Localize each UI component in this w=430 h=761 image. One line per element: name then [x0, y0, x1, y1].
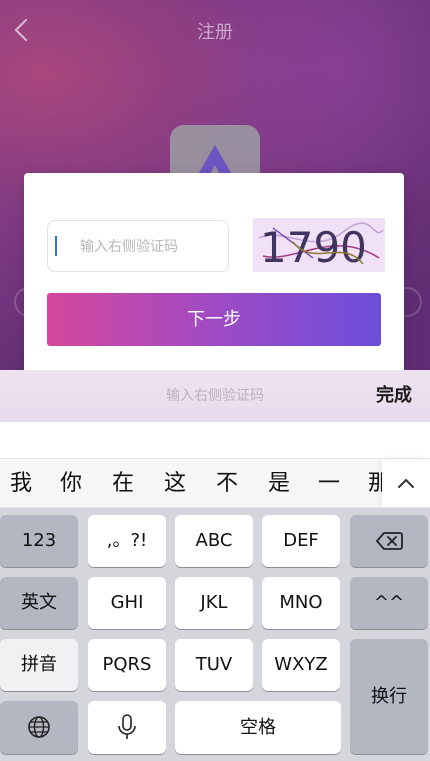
key-mno[interactable]: MNO [262, 577, 340, 629]
globe-key[interactable] [0, 701, 78, 754]
key-label: ,。?! [106, 530, 148, 551]
key-label: ^^ [373, 592, 405, 613]
done-button[interactable]: 完成 [376, 370, 412, 422]
key-label: PQRS [102, 654, 152, 675]
punctuation-key[interactable]: ,。?! [88, 515, 166, 567]
candidate-bar: 我 你 在 这 不 是 一 那 [0, 458, 430, 508]
key-jkl[interactable]: JKL [175, 577, 253, 629]
key-tuv[interactable]: TUV [175, 639, 253, 691]
candidate-word[interactable]: 不 [216, 459, 238, 509]
enter-key[interactable]: 换行 [350, 639, 428, 754]
candidate-word[interactable]: 一 [318, 459, 340, 509]
key-pqrs[interactable]: PQRS [88, 639, 166, 691]
text-caret [55, 236, 57, 256]
key-abc[interactable]: ABC [175, 515, 253, 567]
page-title: 注册 [197, 22, 233, 43]
keyboard-accessory-bar: 输入右侧验证码 完成 [0, 370, 430, 422]
numbers-key[interactable]: 123 [0, 515, 78, 567]
key-label: JKL [200, 592, 228, 613]
collapse-candidates-button[interactable] [382, 459, 430, 507]
key-label: ABC [195, 530, 233, 551]
candidate-word[interactable]: 是 [268, 459, 290, 509]
key-label: WXYZ [274, 654, 328, 675]
candidate-word[interactable]: 我 [10, 459, 32, 509]
key-ghi[interactable]: GHI [88, 577, 166, 629]
candidate-word[interactable]: 你 [60, 459, 82, 509]
key-wxyz[interactable]: WXYZ [262, 639, 340, 691]
key-def[interactable]: DEF [262, 515, 340, 567]
keyboard: 123 ,。?! ABC DEF 英文 GHI JKL MNO ^^ 拼音 PQ… [0, 508, 430, 761]
verification-dialog: 输入右侧验证码 1790 下一步 [24, 173, 404, 370]
key-label: 拼音 [21, 654, 57, 675]
emoticon-key[interactable]: ^^ [350, 577, 428, 629]
candidate-word[interactable]: 在 [112, 459, 134, 509]
backspace-icon [376, 532, 403, 550]
key-label: 换行 [371, 686, 407, 707]
globe-icon [28, 716, 50, 738]
key-label: 123 [21, 530, 57, 551]
backspace-key[interactable] [350, 515, 428, 567]
next-step-button[interactable]: 下一步 [47, 293, 381, 346]
captcha-text: 1790 [260, 223, 367, 272]
candidate-word[interactable]: 这 [164, 459, 186, 509]
english-mode-key[interactable]: 英文 [0, 577, 78, 629]
captcha-image[interactable]: 1790 [253, 218, 385, 272]
key-label: GHI [110, 592, 144, 613]
key-label: MNO [279, 592, 323, 613]
top-bar: 注册 [0, 0, 430, 60]
microphone-key[interactable] [88, 701, 166, 754]
key-label: TUV [195, 654, 233, 675]
accessory-hint: 输入右侧验证码 [166, 388, 264, 404]
key-label: DEF [283, 530, 319, 551]
spacer [0, 422, 430, 458]
captcha-input[interactable]: 输入右侧验证码 [47, 220, 229, 272]
microphone-icon [118, 714, 136, 739]
space-key[interactable]: 空格 [175, 701, 341, 754]
chevron-up-icon [398, 478, 414, 488]
key-label: 英文 [21, 592, 57, 613]
key-label: 空格 [240, 717, 276, 738]
pinyin-mode-key[interactable]: 拼音 [0, 639, 78, 691]
